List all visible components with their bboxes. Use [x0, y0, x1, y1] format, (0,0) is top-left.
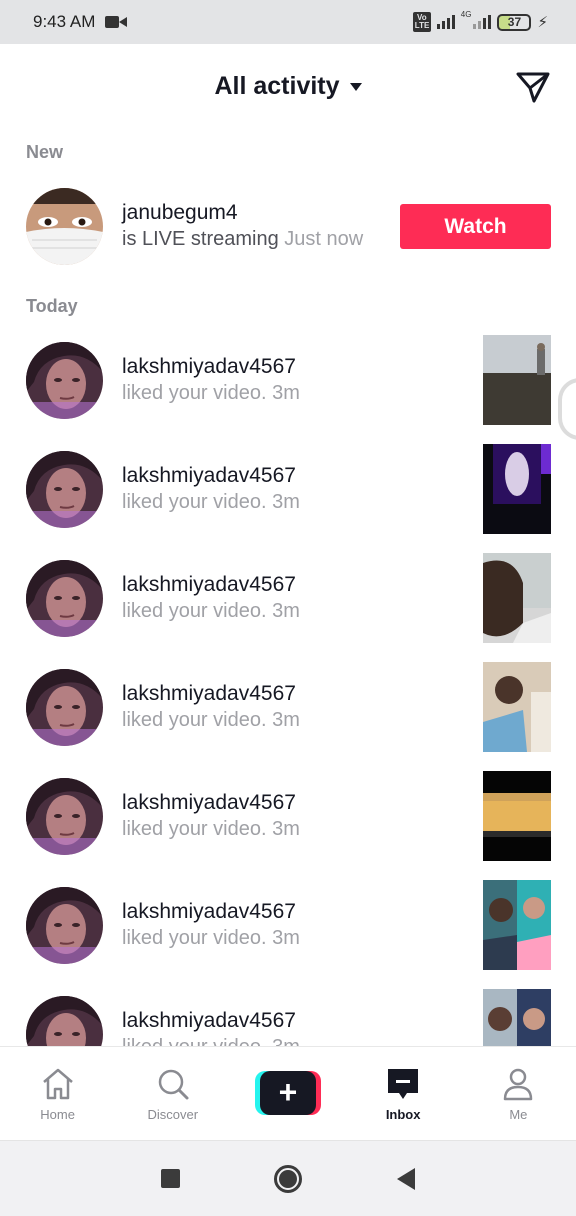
avatar[interactable] — [26, 778, 103, 855]
video-thumbnail[interactable] — [483, 771, 551, 861]
section-label-today: Today — [26, 296, 78, 316]
section-label-new: New — [26, 142, 64, 162]
list-item[interactable]: lakshmiyadav4567liked your video. 3m — [0, 875, 576, 975]
video-thumbnail[interactable] — [483, 444, 551, 534]
username[interactable]: lakshmiyadav4567 — [122, 790, 300, 816]
video-thumbnail[interactable] — [483, 662, 551, 752]
status-right: Vo LTE 4G 37 ⚡ — [412, 9, 548, 32]
search-icon — [158, 1069, 189, 1100]
avatar[interactable] — [26, 560, 103, 637]
nav-discover[interactable]: Discover — [115, 1047, 230, 1141]
home-system-button[interactable] — [229, 1149, 347, 1209]
activity-text: liked your video. 3m — [122, 380, 300, 406]
person-icon — [504, 1068, 533, 1101]
plus-icon: + — [259, 1071, 316, 1115]
activity-text: liked your video. 3m — [122, 707, 300, 733]
inbox-icon — [388, 1069, 419, 1099]
activity-action: is LIVE streaming — [122, 228, 279, 250]
nav-me[interactable]: Me — [461, 1047, 576, 1141]
video-thumbnail[interactable] — [483, 880, 551, 970]
avatar[interactable] — [26, 188, 103, 265]
activity-text: liked your video. 3m — [122, 816, 300, 842]
back-icon — [397, 1167, 415, 1190]
create-button[interactable]: + — [254, 1071, 321, 1115]
activity-action: liked your video. — [122, 927, 267, 949]
activity-time: 3m — [272, 600, 300, 622]
activity-text: liked your video. 3m — [122, 925, 300, 951]
activity-action: liked your video. — [122, 382, 267, 404]
activity-action: liked your video. — [122, 709, 267, 731]
recents-button[interactable] — [111, 1149, 229, 1209]
page-title: All activity — [214, 71, 340, 100]
list-item[interactable]: lakshmiyadav4567liked your video. 3m — [0, 330, 576, 430]
nav-me-label: Me — [509, 1107, 528, 1122]
nav-create[interactable]: + — [230, 1047, 345, 1141]
username[interactable]: lakshmiyadav4567 — [122, 681, 300, 707]
video-thumbnail[interactable] — [483, 553, 551, 643]
system-nav-bar — [0, 1140, 576, 1216]
avatar[interactable] — [26, 342, 103, 419]
activity-action: liked your video. — [122, 600, 267, 622]
activity-action: liked your video. — [122, 491, 267, 513]
list-item[interactable]: lakshmiyadav4567liked your video. 3m — [0, 439, 576, 539]
avatar[interactable] — [26, 669, 103, 746]
list-item[interactable]: lakshmiyadav4567liked your video. 3m — [0, 766, 576, 866]
nav-home[interactable]: Home — [0, 1047, 115, 1141]
activity-text-block: lakshmiyadav4567liked your video. 3m — [122, 463, 300, 515]
volte-icon: Vo LTE — [412, 12, 431, 32]
signal-icon — [436, 15, 455, 29]
watch-button[interactable]: Watch — [400, 204, 551, 249]
home-icon — [42, 1068, 73, 1100]
username[interactable]: lakshmiyadav4567 — [122, 899, 300, 925]
nav-inbox-label: Inbox — [385, 1107, 421, 1122]
network-type-label: 4G — [460, 9, 472, 19]
activity-action: liked your video. — [122, 818, 267, 840]
back-button[interactable] — [347, 1149, 465, 1209]
activity-text: is LIVE streaming Just now — [122, 226, 363, 252]
activity-text: liked your video. 3m — [122, 598, 300, 624]
home-circle-icon — [274, 1164, 302, 1193]
avatar[interactable] — [26, 887, 103, 964]
activity-time: Just now — [284, 228, 364, 250]
activity-filter-dropdown[interactable]: All activity — [214, 71, 362, 101]
nav-discover-label: Discover — [147, 1107, 199, 1122]
video-recorder-icon — [105, 15, 128, 29]
activity-time: 3m — [272, 709, 300, 731]
list-item[interactable]: lakshmiyadav4567liked your video. 3m — [0, 548, 576, 648]
activity-time: 3m — [272, 927, 300, 949]
send-message-icon[interactable] — [514, 68, 552, 106]
username[interactable]: lakshmiyadav4567 — [122, 1008, 300, 1034]
activity-text: liked your video. 3m — [122, 489, 300, 515]
video-thumbnail[interactable] — [483, 335, 551, 425]
username[interactable]: lakshmiyadav4567 — [122, 354, 300, 380]
battery-icon: 37 — [497, 13, 532, 31]
charging-icon: ⚡ — [537, 14, 548, 31]
live-text: janubegum4 is LIVE streaming Just now — [122, 200, 363, 252]
activity-text-block: lakshmiyadav4567liked your video. 3m — [122, 681, 300, 733]
activity-text-block: lakshmiyadav4567liked your video. 3m — [122, 354, 300, 406]
header: All activity — [0, 44, 576, 128]
activity-text-block: lakshmiyadav4567liked your video. 3m — [122, 899, 300, 951]
activity-time: 3m — [272, 491, 300, 513]
activity-text-block: lakshmiyadav4567liked your video. 3m — [122, 572, 300, 624]
status-time: 9:43 AM — [33, 12, 96, 31]
bottom-nav: Home Discover + Inbox Me — [0, 1046, 576, 1140]
list-item[interactable]: lakshmiyadav4567liked your video. 3m — [0, 657, 576, 757]
username[interactable]: lakshmiyadav4567 — [122, 572, 300, 598]
activity-text-block: lakshmiyadav4567liked your video. 3m — [122, 790, 300, 842]
username[interactable]: janubegum4 — [122, 200, 363, 226]
recents-icon — [160, 1169, 180, 1188]
nav-home-label: Home — [40, 1107, 75, 1122]
activity-time: 3m — [272, 818, 300, 840]
username[interactable]: lakshmiyadav4567 — [122, 463, 300, 489]
scroll-handle[interactable] — [558, 378, 576, 440]
activity-time: 3m — [272, 382, 300, 404]
signal-icon-2 — [473, 15, 492, 29]
avatar[interactable] — [26, 451, 103, 528]
caret-down-icon — [349, 83, 362, 91]
nav-inbox[interactable]: Inbox — [346, 1047, 461, 1141]
status-bar: 9:43 AM Vo LTE 4G 37 ⚡ — [0, 0, 576, 44]
status-left: 9:43 AM — [33, 12, 128, 32]
